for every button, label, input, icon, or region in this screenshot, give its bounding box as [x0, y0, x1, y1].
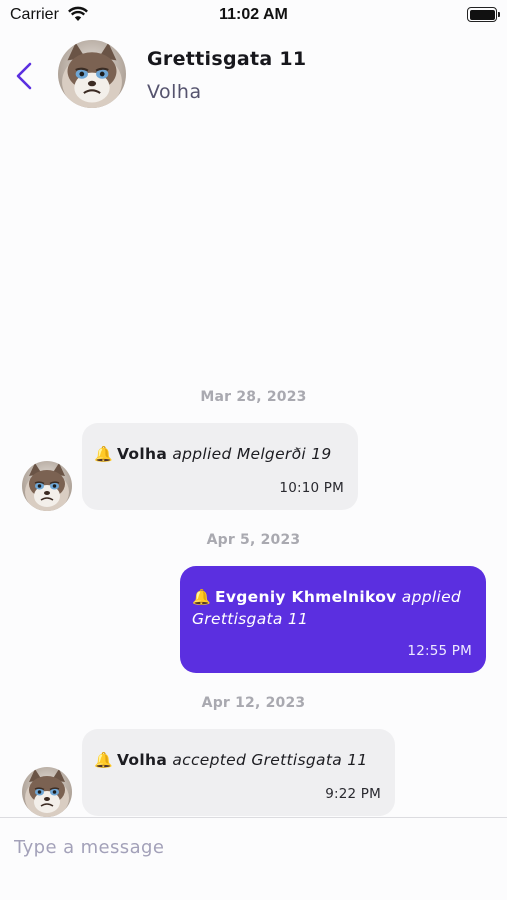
message-action: applied	[401, 588, 462, 606]
chevron-left-icon	[16, 62, 32, 90]
message-actor: Volha	[116, 751, 168, 769]
sender-avatar[interactable]	[22, 767, 72, 817]
status-bar: Carrier 11:02 AM	[0, 0, 507, 30]
message-action: applied Melgerði 19	[172, 445, 332, 463]
message-input[interactable]	[0, 818, 507, 876]
bell-icon: 🔔	[94, 751, 113, 769]
message-bubble-incoming[interactable]: 🔔 Volha accepted Grettisgata 11 9:22 PM	[82, 729, 395, 816]
contact-avatar[interactable]	[58, 40, 126, 108]
bell-icon: 🔔	[94, 445, 113, 463]
message-bubble-outgoing[interactable]: 🔔 Evgeniy Khmelnikov applied Grettisgata …	[180, 566, 486, 673]
message-action-cont: Grettisgata 11	[192, 610, 309, 628]
chat-header: Grettisgata 11 Volha	[0, 40, 507, 112]
status-time: 11:02 AM	[219, 6, 288, 23]
date-separator: Mar 28, 2023	[200, 389, 307, 405]
date-separator: Apr 12, 2023	[201, 695, 306, 711]
date-separator: Apr 5, 2023	[206, 532, 301, 548]
message-actor: Volha	[116, 445, 168, 463]
chat-title: Grettisgata 11	[147, 48, 307, 70]
message-actor: Evgeniy Khmelnikov	[214, 588, 397, 606]
message-time: 9:22 PM	[325, 786, 381, 802]
bell-icon: 🔔	[192, 588, 211, 606]
message-bubble-incoming[interactable]: 🔔 Volha applied Melgerði 19 10:10 PM	[82, 423, 358, 510]
sender-avatar[interactable]	[22, 461, 72, 511]
message-action: accepted Grettisgata 11	[172, 751, 368, 769]
chat-subtitle: Volha	[147, 81, 202, 103]
message-composer	[0, 817, 507, 900]
back-button[interactable]	[10, 56, 40, 96]
battery-icon	[467, 7, 500, 22]
message-time: 10:10 PM	[279, 480, 344, 496]
message-time: 12:55 PM	[407, 643, 472, 659]
